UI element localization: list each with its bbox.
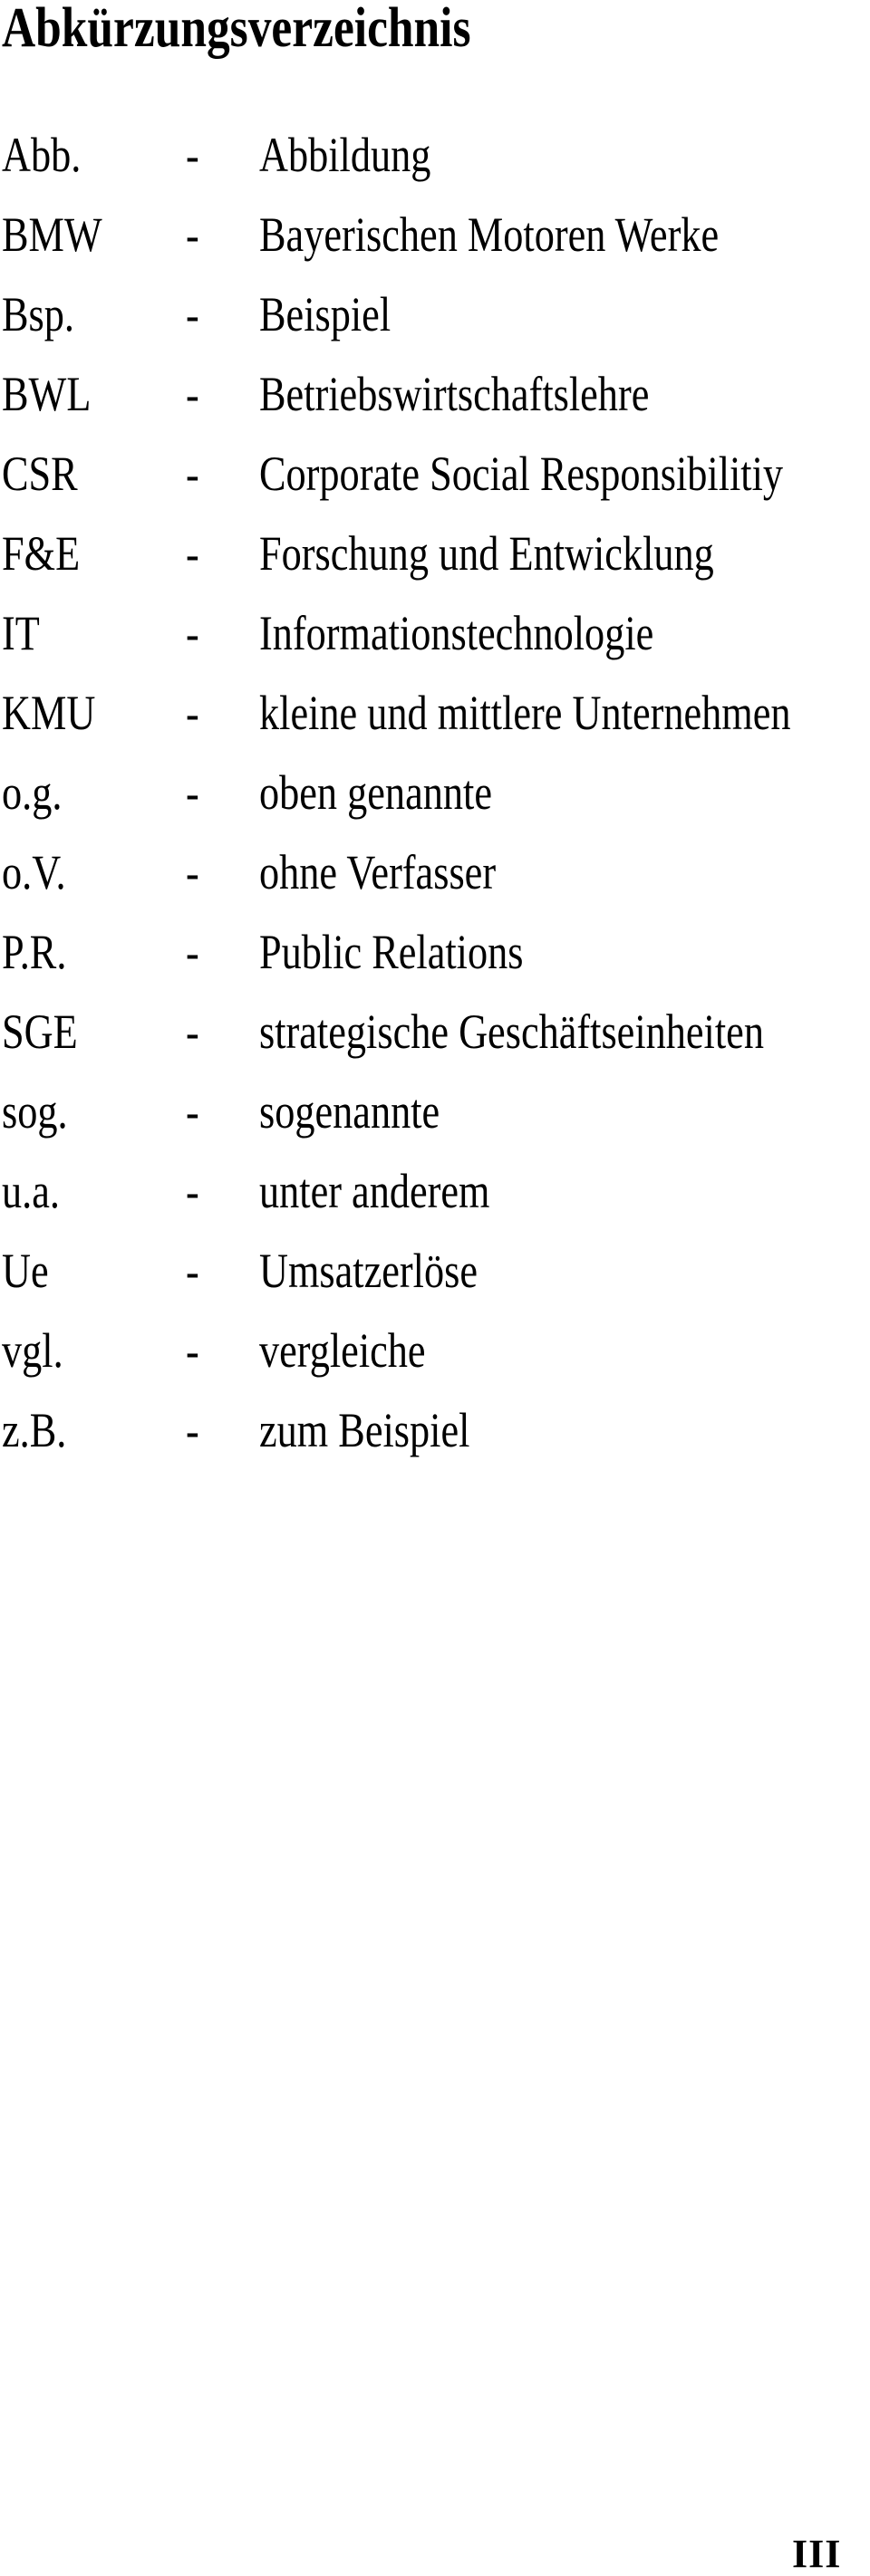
separator-dash: - [186, 765, 199, 820]
abbreviation-meaning: Forschung und Entwicklung [259, 526, 714, 581]
abbreviation-term: u.a. [2, 1164, 60, 1218]
abbreviation-term: z.B. [2, 1403, 67, 1457]
separator-dash: - [186, 1004, 199, 1059]
abbreviation-meaning: Abbildung [259, 128, 431, 182]
abbreviation-row: IT - Informationstechnologie [0, 609, 870, 688]
page-title: Abkürzungsverzeichnis [2, 0, 471, 59]
separator-dash: - [186, 1084, 199, 1139]
separator-dash: - [186, 925, 199, 979]
abbreviation-term: P.R. [2, 925, 67, 979]
separator-dash: - [186, 1323, 199, 1378]
abbreviation-row: CSR - Corporate Social Responsibilitiy [0, 449, 870, 529]
abbreviation-meaning: Informationstechnologie [259, 606, 654, 660]
abbreviation-row: Ue - Umsatzerlöse [0, 1246, 870, 1326]
abbreviation-row: BWL - Betriebswirtschaftslehre [0, 370, 870, 449]
abbreviation-term: Bsp. [2, 287, 74, 341]
abbreviation-meaning: ohne Verfasser [259, 845, 497, 899]
abbreviation-term: BMW [2, 207, 102, 262]
abbreviation-row: u.a. - unter anderem [0, 1167, 870, 1246]
abbreviation-row: o.V. - ohne Verfasser [0, 848, 870, 928]
page-number: III [792, 2532, 842, 2576]
abbreviation-meaning: unter anderem [259, 1164, 490, 1218]
separator-dash: - [186, 1244, 199, 1298]
abbreviation-row: KMU - kleine und mittlere Unternehmen [0, 688, 870, 768]
abbreviation-term: KMU [2, 686, 96, 740]
abbreviation-term: F&E [2, 526, 81, 581]
abbreviation-row: SGE - strategische Geschäftseinheiten [0, 1007, 870, 1087]
abbreviation-meaning: Bayerischen Motoren Werke [259, 207, 720, 262]
abbreviation-meaning: strategische Geschäftseinheiten [259, 1004, 764, 1059]
abbreviation-meaning: Public Relations [259, 925, 524, 979]
abbreviation-row: BMW - Bayerischen Motoren Werke [0, 210, 870, 290]
abbreviation-term: sog. [2, 1084, 68, 1139]
abbreviation-row: vgl. - vergleiche [0, 1326, 870, 1406]
separator-dash: - [186, 367, 199, 421]
abbreviation-row: Abb. - Abbildung [0, 130, 870, 210]
abbreviation-term: Abb. [2, 128, 82, 182]
separator-dash: - [186, 845, 199, 899]
abbreviation-term: vgl. [2, 1323, 63, 1378]
abbreviation-term: BWL [2, 367, 92, 421]
abbreviation-meaning: Corporate Social Responsibilitiy [259, 447, 784, 501]
separator-dash: - [186, 1403, 199, 1457]
separator-dash: - [186, 207, 199, 262]
separator-dash: - [186, 526, 199, 581]
abbreviation-row: Bsp. - Beispiel [0, 290, 870, 370]
abbreviation-term: Ue [2, 1244, 49, 1298]
separator-dash: - [186, 606, 199, 660]
separator-dash: - [186, 447, 199, 501]
abbreviation-meaning: vergleiche [259, 1323, 426, 1378]
abbreviation-list: Abb. - Abbildung BMW - Bayerischen Motoren We… [0, 130, 870, 1485]
abbreviation-term: IT [2, 606, 40, 660]
abbreviation-meaning: oben genannte [259, 765, 492, 820]
abbreviation-row: F&E - Forschung und Entwicklung [0, 529, 870, 609]
abbreviation-meaning: kleine und mittlere Unternehmen [259, 686, 791, 740]
abbreviation-term: o.V. [2, 845, 66, 899]
abbreviation-term: o.g. [2, 765, 63, 820]
abbreviation-meaning: zum Beispiel [259, 1403, 470, 1457]
abbreviation-meaning: sogenannte [259, 1084, 440, 1139]
abbreviation-term: CSR [2, 447, 78, 501]
abbreviation-row: z.B. - zum Beispiel [0, 1406, 870, 1485]
separator-dash: - [186, 1164, 199, 1218]
abbreviation-meaning: Beispiel [259, 287, 392, 341]
separator-dash: - [186, 128, 199, 182]
separator-dash: - [186, 287, 199, 341]
abbreviation-row: o.g. - oben genannte [0, 768, 870, 848]
abbreviation-row: P.R. - Public Relations [0, 928, 870, 1007]
abbreviation-term: SGE [2, 1004, 78, 1059]
abbreviation-meaning: Umsatzerlöse [259, 1244, 478, 1298]
abbreviation-row: sog. - sogenannte [0, 1087, 870, 1167]
abbreviation-meaning: Betriebswirtschaftslehre [259, 367, 650, 421]
separator-dash: - [186, 686, 199, 740]
